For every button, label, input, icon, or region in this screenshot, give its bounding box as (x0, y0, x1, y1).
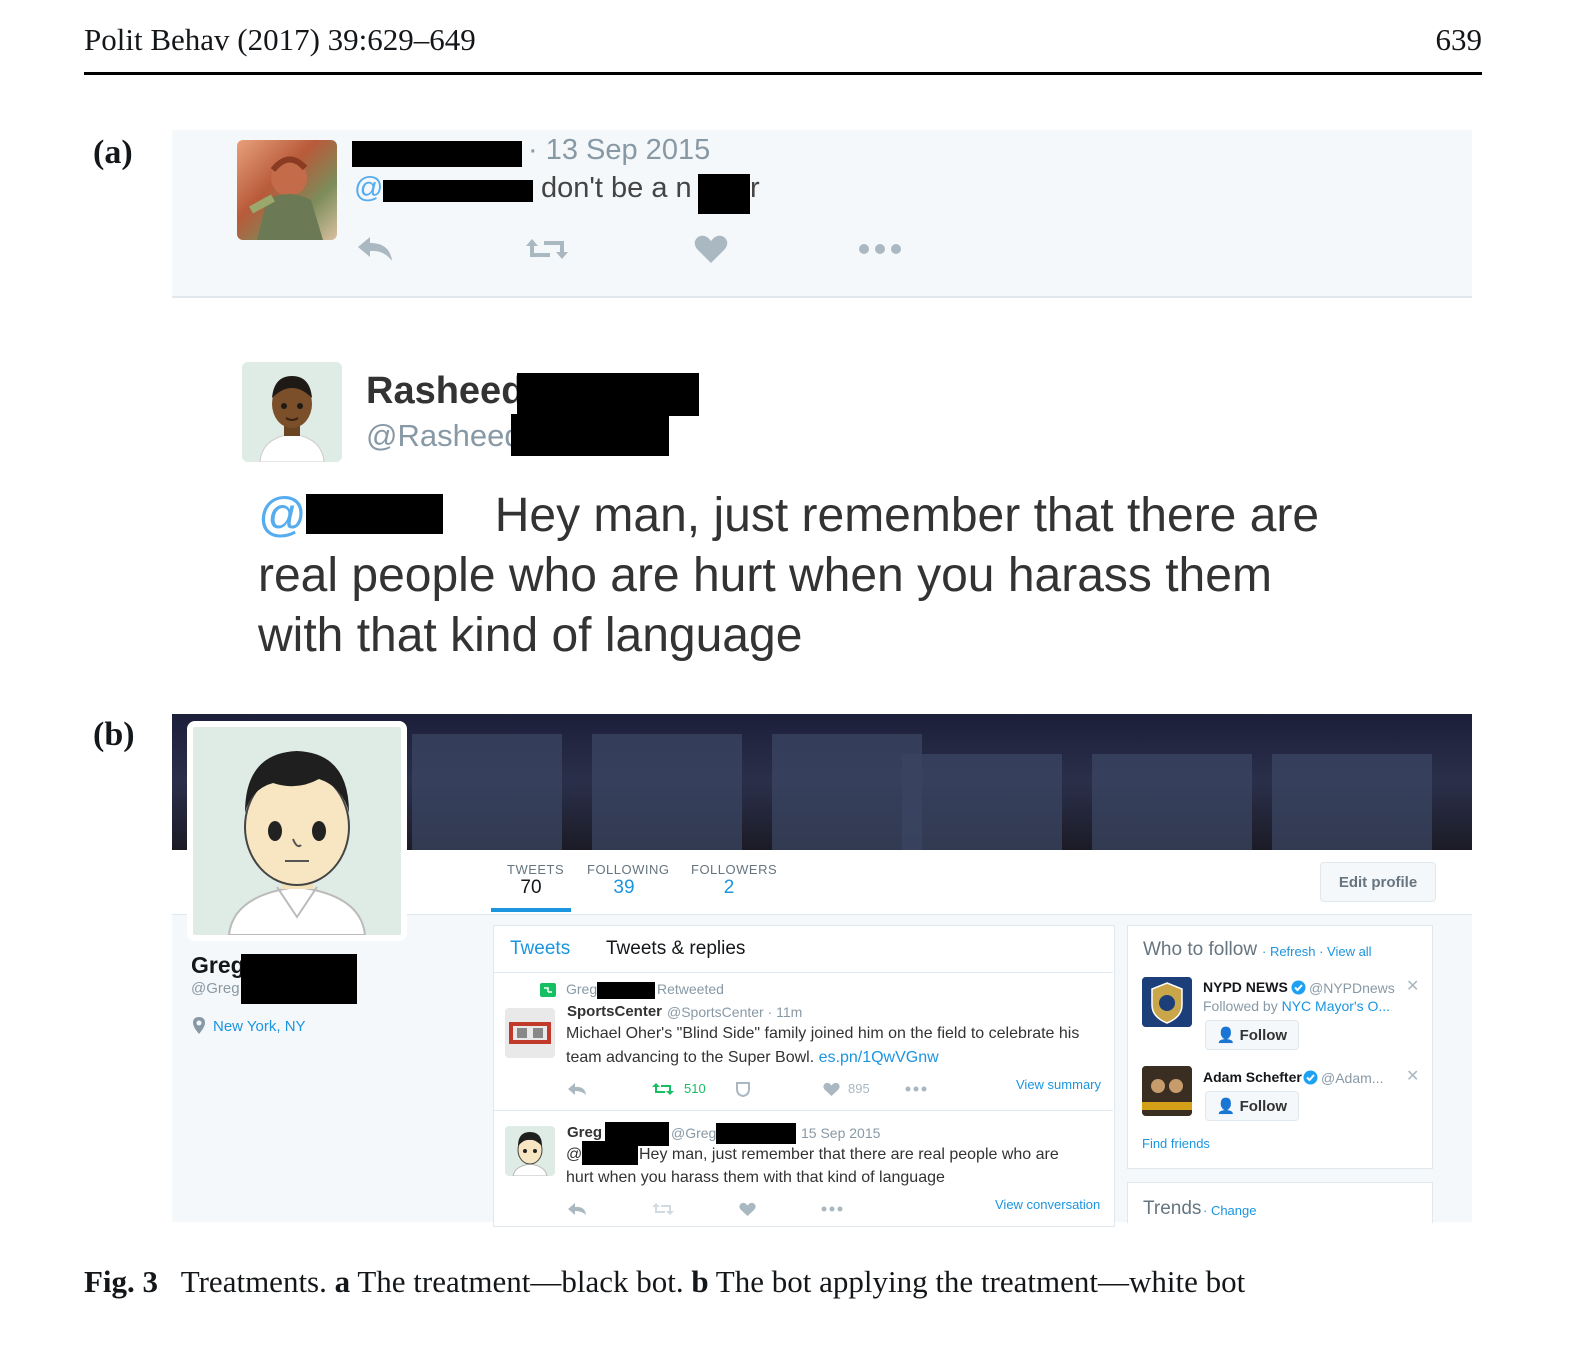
nypd-followed-by: Followed by NYC Mayor's O... (1203, 998, 1391, 1014)
figure-number: Fig. 3 (84, 1264, 159, 1299)
black-bot-avatar[interactable] (242, 362, 342, 462)
find-friends-link[interactable]: Find friends (1142, 1136, 1210, 1151)
active-stat-underline (491, 908, 571, 912)
tweet1-link[interactable]: es.pn/1QwVGnw (819, 1049, 939, 1066)
tweet2-reply-icon[interactable] (567, 1202, 587, 1216)
white-man-avatar-icon (227, 751, 367, 935)
retweeted-label: Retweeted (657, 981, 724, 997)
view-conversation-link[interactable]: View conversation (995, 1197, 1100, 1212)
adam-schefter-photo-icon (1142, 1066, 1192, 1116)
view-summary-link[interactable]: View summary (1016, 1077, 1101, 1092)
tweet1-heart-icon[interactable] (823, 1082, 840, 1097)
redacted-greg-surname (241, 954, 357, 1004)
header-rule (84, 72, 1482, 75)
trends-change-link[interactable]: · Change (1203, 1203, 1256, 1218)
sportscenter-logo-icon (505, 1008, 555, 1058)
reply-mention-at: @ (258, 489, 307, 542)
tabs-divider (493, 972, 1113, 973)
rasheed-display-name: Rasheed (366, 370, 525, 412)
nypd-name[interactable]: NYPD NEWS (1203, 979, 1288, 995)
white-bot-avatar[interactable] (187, 721, 407, 941)
heart-icon[interactable] (694, 234, 728, 264)
nypd-badge-icon (1142, 977, 1192, 1027)
redacted-surname (517, 373, 699, 416)
tweet2-handle: @Greg (671, 1125, 717, 1141)
black-man-avatar-icon (259, 376, 325, 462)
retweet-icon[interactable] (524, 235, 570, 263)
figure-caption: Fig. 3 Treatments. a The treatment—black… (84, 1264, 1246, 1299)
adam-schefter-name[interactable]: Adam Schefter (1203, 1069, 1302, 1085)
redacted-tweet2-mention (582, 1141, 638, 1165)
stat-following[interactable]: FOLLOWING 39 (587, 862, 669, 899)
redacted-username (352, 141, 522, 167)
page-number: 639 (1435, 22, 1483, 57)
adam-schefter-avatar[interactable] (1142, 1066, 1192, 1116)
tweet-text-part2: r (750, 172, 760, 204)
greg-handle: @Greg (191, 980, 240, 997)
tweet-text-part1: don't be a n (541, 172, 692, 204)
location-pin-icon (193, 1017, 205, 1034)
redacted-retweeter (597, 982, 655, 999)
tweet1-more-icon[interactable] (905, 1086, 927, 1092)
tweet2-text-line1: Hey man, just remember that there are re… (639, 1146, 1059, 1163)
redacted-tweet2-handle (716, 1123, 796, 1144)
panel-b-label: (b) (93, 716, 135, 753)
verified-badge-icon (1291, 980, 1306, 995)
greg-location[interactable]: New York, NY (213, 1018, 306, 1035)
adam-schefter-handle: @Adam... (1321, 1070, 1384, 1086)
tweet1-retweet-count: 510 (684, 1081, 706, 1096)
tweet-author-avatar[interactable] (237, 140, 337, 240)
panel-a-label: (a) (93, 134, 133, 171)
reply-icon[interactable] (356, 233, 394, 263)
stat-tweets[interactable]: TWEETS 70 (507, 862, 564, 899)
redacted-mention (383, 180, 533, 202)
follow-nypd-button[interactable]: 👤 Follow (1205, 1020, 1299, 1050)
tweet-divider (493, 1110, 1113, 1111)
sportscenter-avatar[interactable] (505, 1008, 555, 1058)
dismiss-nypd-icon[interactable]: ✕ (1406, 976, 1419, 996)
tweet2-more-icon[interactable] (821, 1206, 843, 1212)
tweet2-text-line2: hurt when you harass them with that kind… (566, 1169, 945, 1186)
white-man-small-avatar-icon (512, 1132, 548, 1176)
rasheed-handle: @Rasheed (366, 418, 522, 453)
tweet2-heart-icon[interactable] (739, 1202, 756, 1217)
tweet1-author[interactable]: SportsCenter (567, 1003, 662, 1020)
tweet1-text: Michael Oher's "Blind Side" family joine… (566, 1025, 1080, 1066)
verified-badge-icon-2 (1303, 1070, 1318, 1085)
follow-user-icon-2: 👤 (1216, 1098, 1236, 1115)
tweet1-shield-icon[interactable] (735, 1081, 751, 1097)
tweet1-like-count: 895 (848, 1081, 870, 1096)
nypd-handle: @NYPDnews (1309, 980, 1395, 996)
who-to-follow-title: Who to follow (1143, 939, 1258, 960)
tweet1-reply-icon[interactable] (567, 1082, 587, 1096)
stat-followers[interactable]: FOLLOWERS 2 (691, 862, 777, 899)
retweet-badge-icon (540, 983, 556, 997)
greg-display-name: Greg (191, 952, 245, 978)
refresh-view-all-links[interactable]: · Refresh · View all (1262, 944, 1372, 959)
redacted-reply-mention (306, 494, 443, 534)
redacted-slur (698, 174, 750, 214)
tweet1-retweet-icon[interactable] (652, 1082, 674, 1096)
zombie-avatar-icon (249, 156, 323, 240)
tweet2-mention-at: @ (566, 1146, 583, 1163)
tweet1-author-meta: @SportsCenter · 11m (667, 1004, 803, 1020)
running-head: Polit Behav (2017) 39:629–649 (84, 22, 476, 57)
tweet-date: · 13 Sep 2015 (528, 134, 711, 166)
follow-adam-button[interactable]: 👤 Follow (1205, 1091, 1299, 1121)
more-icon[interactable] (858, 242, 902, 256)
tweet2-retweet-icon[interactable] (652, 1202, 674, 1216)
tab-tweets[interactable]: Tweets (510, 938, 570, 960)
dismiss-adam-icon[interactable]: ✕ (1406, 1066, 1419, 1086)
edit-profile-button[interactable]: Edit profile (1320, 862, 1436, 902)
follow-user-icon: 👤 (1216, 1027, 1236, 1044)
tweet-mention-at: @ (354, 172, 384, 204)
nypd-avatar[interactable] (1142, 977, 1192, 1027)
retweeter-name[interactable]: Greg (566, 981, 597, 997)
redacted-handle-suffix (511, 414, 669, 456)
tweet2-avatar[interactable] (505, 1126, 555, 1176)
trends-title: Trends (1143, 1198, 1202, 1219)
tab-tweets-replies[interactable]: Tweets & replies (606, 938, 745, 960)
tweet2-author[interactable]: Greg (567, 1124, 602, 1141)
tweet2-date: 15 Sep 2015 (801, 1125, 881, 1141)
